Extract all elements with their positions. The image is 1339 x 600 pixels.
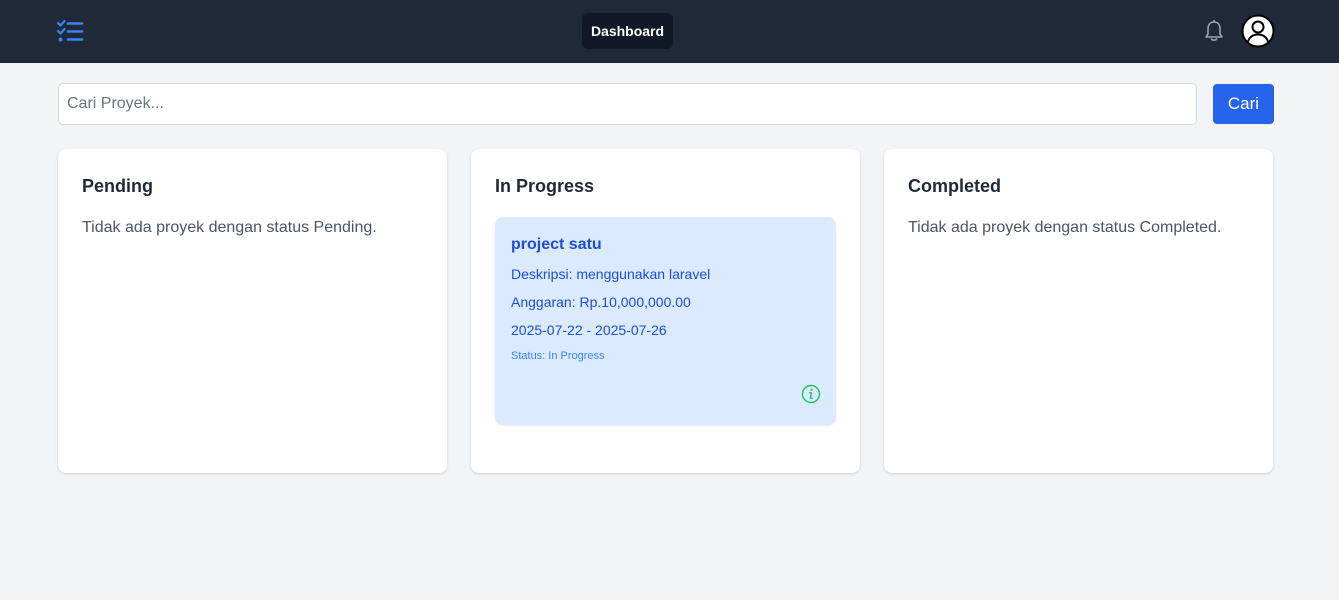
project-name: project satu (511, 236, 602, 253)
empty-state-text: Tidak ada proyek dengan status Pending. (82, 219, 377, 236)
project-status: Status: In Progress (511, 350, 605, 362)
column-title: In Progress (495, 176, 595, 196)
tab-dashboard[interactable]: Dashboard (582, 13, 673, 49)
project-description: Deskripsi: menggunakan laravel (511, 266, 711, 282)
column-title: Pending (82, 176, 153, 196)
column-in-progress: In Progress project satu Deskripsi: meng… (471, 149, 860, 473)
search-input[interactable] (58, 83, 1197, 125)
search-button[interactable]: Cari (1213, 84, 1274, 124)
column-completed: Completed Tidak ada proyek dengan status… (884, 149, 1273, 473)
bell-icon[interactable] (1203, 19, 1225, 43)
project-dates: 2025-07-22 - 2025-07-26 (511, 322, 667, 338)
top-navbar: Dashboard (0, 0, 1339, 63)
checklist-icon[interactable] (56, 19, 84, 43)
info-circle-icon[interactable] (801, 384, 821, 404)
user-circle-icon[interactable] (1241, 14, 1275, 48)
project-card[interactable]: project satu Deskripsi: menggunakan lara… (495, 217, 836, 425)
empty-state-text: Tidak ada proyek dengan status Completed… (908, 219, 1222, 236)
column-pending: Pending Tidak ada proyek dengan status P… (58, 149, 447, 473)
column-title: Completed (908, 176, 1002, 196)
project-budget: Anggaran: Rp.10,000,000.00 (511, 294, 691, 310)
